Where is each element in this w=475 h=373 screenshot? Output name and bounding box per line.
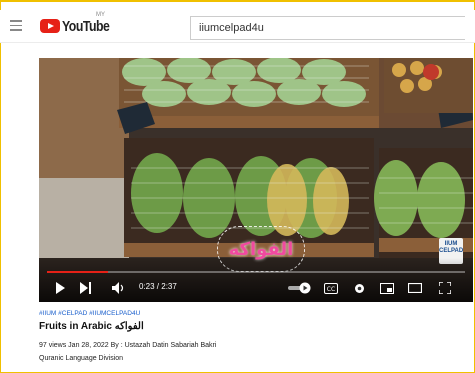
youtube-play-icon (40, 19, 60, 33)
volume-icon[interactable] (111, 280, 127, 296)
progress-fill (47, 271, 109, 273)
video-meta: 97 views Jan 28, 2022 By : Ustazah Datin… (39, 342, 217, 349)
time-display: 0:23 / 2:37 (139, 282, 177, 291)
search-input[interactable]: iiumcelpad4u (190, 16, 465, 40)
video-player[interactable]: الفواكه IIUM CELPAD 0:23 / 2:37 CC (39, 58, 473, 302)
logo-text: YouTube (62, 17, 110, 35)
video-title: Fruits in Arabic الفواكه (39, 321, 144, 332)
menu-icon[interactable] (10, 20, 22, 31)
logo-region: MY (96, 12, 105, 18)
settings-gear-icon[interactable] (351, 280, 367, 296)
fullscreen-icon[interactable] (437, 280, 453, 296)
video-hashtags[interactable]: #IIUM #CELPAD #IIUMCELPAD4U (39, 310, 140, 317)
search-value: iiumcelpad4u (199, 22, 264, 34)
overlay-text: الفواكه (228, 238, 294, 260)
theater-mode-icon[interactable] (407, 280, 423, 296)
top-bar: YouTube MY iiumcelpad4u (0, 10, 475, 42)
youtube-logo[interactable]: YouTube (40, 16, 120, 36)
progress-bar[interactable] (47, 271, 465, 273)
miniplayer-icon[interactable] (379, 280, 395, 296)
autoplay-toggle[interactable] (287, 280, 313, 296)
svg-text:CC: CC (327, 286, 335, 293)
play-icon[interactable] (53, 280, 67, 296)
next-icon[interactable] (79, 280, 93, 296)
channel-name[interactable]: Quranic Language Division (39, 355, 123, 362)
header-divider (0, 42, 475, 43)
captions-icon[interactable]: CC (323, 280, 339, 296)
